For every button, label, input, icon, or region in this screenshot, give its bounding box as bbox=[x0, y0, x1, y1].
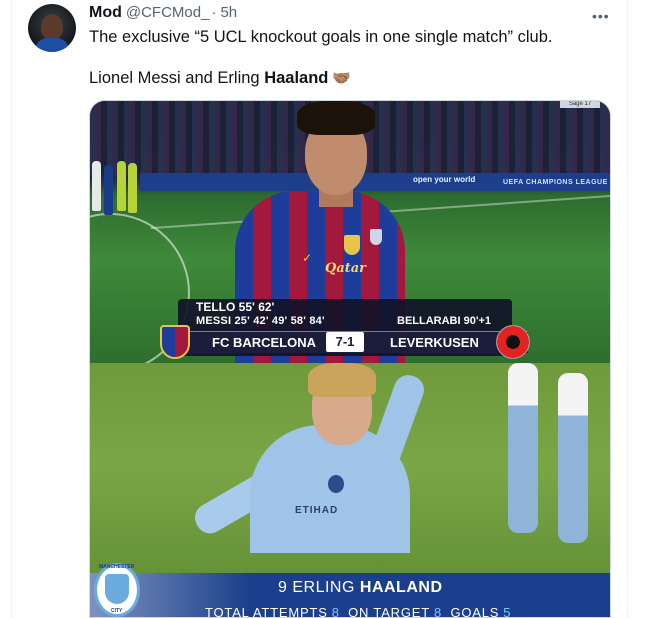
board-text-open: open your world bbox=[413, 175, 476, 184]
player-hair bbox=[297, 101, 375, 135]
more-options-icon[interactable]: ••• bbox=[592, 8, 610, 24]
ucl-badge-icon bbox=[370, 229, 382, 245]
tweet-media[interactable]: Sage 17 open your world UEFA CHAMPIONS L… bbox=[89, 100, 611, 618]
player-name-line: 9 ERLING HAALAND bbox=[278, 579, 443, 597]
crest-text-bottom: CITY bbox=[111, 608, 123, 614]
home-scorers-1: TELLO 55' 62' bbox=[196, 300, 275, 314]
swoosh-icon: ✓ bbox=[302, 251, 313, 265]
tweet-text-line1: The exclusive “5 UCL knockout goals in o… bbox=[89, 28, 553, 46]
stat-value-on-target: 8 bbox=[433, 605, 443, 618]
referees bbox=[90, 157, 138, 227]
leg bbox=[558, 373, 588, 543]
player-last-name: HAALAND bbox=[359, 579, 443, 596]
board-text-ucl: UEFA CHAMPIONS LEAGUE bbox=[503, 179, 608, 186]
avatar[interactable] bbox=[28, 4, 76, 52]
teammate-legs bbox=[500, 363, 600, 563]
barcelona-crest-icon bbox=[160, 325, 190, 359]
stat-label-attempts: TOTAL ATTEMPTS bbox=[205, 605, 328, 618]
broadcast-tag: Sage 17 bbox=[560, 101, 600, 108]
player-figure bbox=[104, 165, 113, 215]
crest-text-top: MANCHESTER bbox=[99, 564, 135, 570]
home-team: FC BARCELONA bbox=[212, 335, 316, 350]
avatar-head bbox=[41, 14, 63, 40]
shirt-sponsor: Qatar bbox=[325, 261, 367, 276]
man-city-crest-icon: MANCHESTER CITY bbox=[94, 563, 140, 617]
player-figure bbox=[92, 161, 101, 211]
tweet-text-line2: Lionel Messi and Erling Haaland 🤝🏽 bbox=[89, 67, 351, 90]
stat-label-goals: GOALS bbox=[450, 605, 500, 618]
away-team: LEVERKUSEN bbox=[390, 335, 479, 350]
tweet-timestamp[interactable]: 5h bbox=[220, 4, 237, 21]
final-score: 7-1 bbox=[326, 332, 364, 352]
player-first-name: ERLING bbox=[292, 579, 355, 596]
media-image-messi[interactable]: Sage 17 open your world UEFA CHAMPIONS L… bbox=[90, 101, 610, 363]
player-number: 9 bbox=[278, 579, 288, 596]
shirt-sponsor: ETIHAD bbox=[295, 505, 339, 516]
club-badge-icon bbox=[328, 475, 344, 493]
tweet-text: The exclusive “5 UCL knockout goals in o… bbox=[89, 26, 553, 87]
player-stats-line: TOTAL ATTEMPTS 8 ON TARGET 8 GOALS 5 bbox=[205, 605, 515, 618]
user-handle[interactable]: @CFCMod_ bbox=[126, 4, 210, 21]
player-hair bbox=[308, 363, 376, 397]
stat-value-goals: 5 bbox=[503, 605, 512, 618]
referee-figure bbox=[117, 161, 126, 211]
tweet-text-prefix: Lionel Messi and Erling bbox=[89, 69, 265, 87]
display-name[interactable]: Mod bbox=[89, 4, 122, 22]
referee-figure bbox=[128, 163, 137, 213]
leg bbox=[508, 363, 538, 533]
avatar-shirt bbox=[34, 38, 70, 52]
handshake-emoji: 🤝🏽 bbox=[332, 70, 352, 87]
crest-shield bbox=[105, 574, 129, 604]
media-image-haaland[interactable]: ETIHAD MANCHESTER CITY 9 ERLING HAALAND … bbox=[90, 363, 610, 618]
home-scorers-2: MESSI 25' 42' 49' 58' 84' bbox=[196, 315, 325, 327]
leverkusen-crest-icon bbox=[496, 325, 530, 359]
away-scorers: BELLARABI 90'+1 bbox=[397, 315, 491, 327]
club-badge-icon bbox=[344, 235, 360, 255]
separator-dot: · bbox=[211, 4, 217, 21]
stat-value-attempts: 8 bbox=[331, 605, 340, 618]
tweet-text-bold: Haaland bbox=[264, 69, 329, 87]
stat-label-on-target: ON TARGET bbox=[348, 605, 430, 618]
tweet-header: Mod @CFCMod_ · 5h bbox=[89, 4, 237, 24]
